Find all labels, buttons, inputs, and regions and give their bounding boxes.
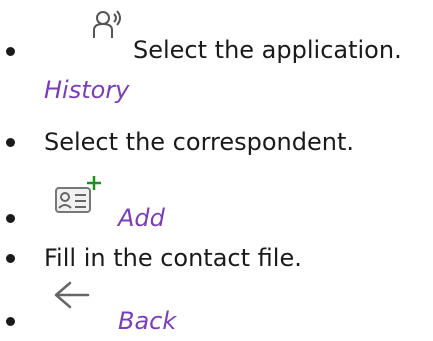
step-text: Select the application. <box>133 36 402 64</box>
list-item: Select the correspondent. <box>0 122 433 162</box>
bullet <box>6 47 15 56</box>
history-link[interactable]: History <box>44 70 129 110</box>
bullet <box>6 214 15 223</box>
contactless-user-icon[interactable] <box>92 8 126 46</box>
list-item: Add <box>0 176 433 232</box>
back-arrow-icon[interactable] <box>52 279 98 323</box>
bullet <box>6 138 15 147</box>
list-item: Fill in the contact file. <box>0 238 433 278</box>
step-text: Select the correspondent. <box>44 128 354 156</box>
bullet <box>6 254 15 263</box>
back-link[interactable]: Back <box>118 301 176 341</box>
add-link[interactable]: Add <box>118 198 165 238</box>
add-contact-card-icon[interactable] <box>54 174 108 222</box>
bullet <box>6 317 15 326</box>
list-item: Select the application. <box>0 10 433 64</box>
list-item: Back <box>0 281 433 335</box>
step-text: Fill in the contact file. <box>44 244 302 272</box>
